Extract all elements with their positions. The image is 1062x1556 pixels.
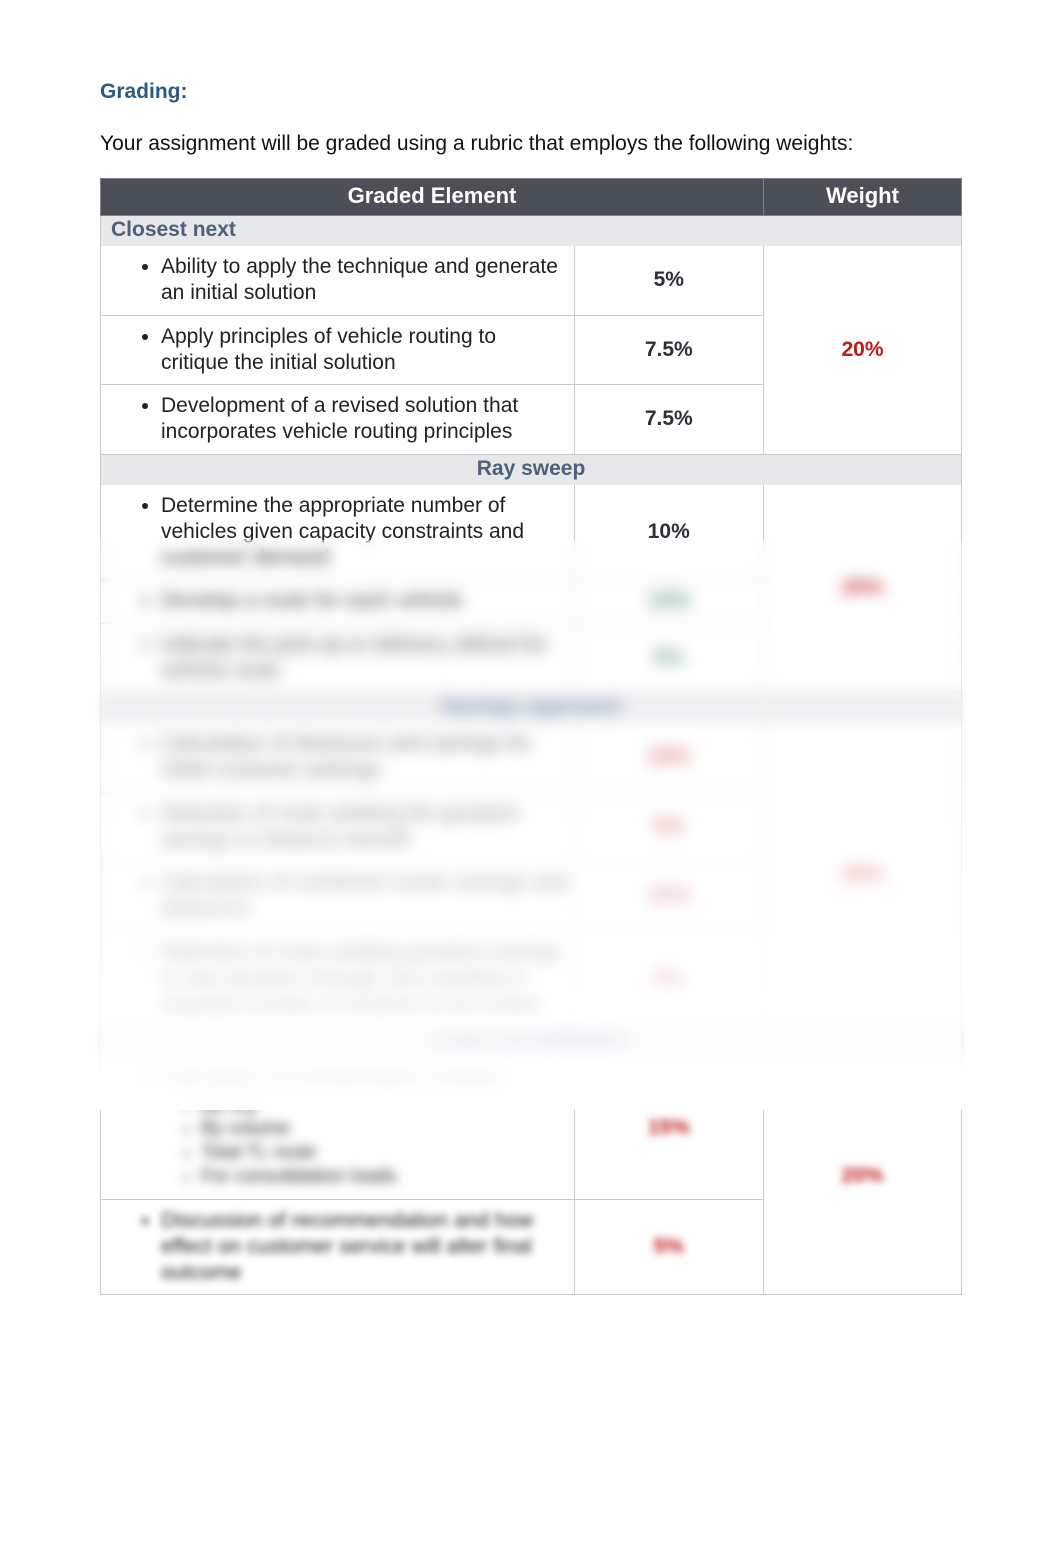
section-header: Closest next bbox=[101, 216, 962, 247]
rubric-item-weight: 10% bbox=[574, 723, 763, 792]
rubric-item-text: Indicate the pick-up or delivery utilize… bbox=[161, 628, 568, 689]
grading-rubric-table: Graded ElementWeightClosest nextAbility … bbox=[100, 178, 962, 1295]
rubric-item-cell: Develop a route for each vehicle bbox=[101, 580, 575, 623]
rubric-item-cell: Indicate the pick-up or delivery utilize… bbox=[101, 623, 575, 693]
col-header-weight: Weight bbox=[763, 179, 961, 216]
rubric-item-text: Selection of route yielding the greatest… bbox=[161, 797, 568, 858]
rubric-item-text: Calculation of combined routes savings a… bbox=[161, 866, 568, 927]
rubric-item-text: Determine the appropriate number of vehi… bbox=[161, 489, 568, 576]
rubric-item-text: Develop a route for each vehicle bbox=[161, 584, 568, 618]
grading-heading: Grading: bbox=[100, 80, 962, 104]
intro-text: Your assignment will be graded using a r… bbox=[100, 132, 962, 156]
rubric-item-cell: Determine the appropriate number of vehi… bbox=[101, 485, 575, 580]
rubric-item-cell: Calculation of transportation chargesBy … bbox=[101, 1057, 575, 1199]
rubric-item-cell: Apply principles of vehicle routing to c… bbox=[101, 315, 575, 385]
rubric-row: Calculation of distances and savings for… bbox=[101, 723, 962, 792]
rubric-item-weight: 15% bbox=[574, 1057, 763, 1199]
rubric-item-cell: Calculation of combined routes savings a… bbox=[101, 862, 575, 932]
rubric-subitem: Total TL route bbox=[201, 1141, 568, 1165]
rubric-item-weight: 5% bbox=[574, 246, 763, 315]
section-total-weight: 25% bbox=[763, 485, 961, 693]
rubric-subitem: By city bbox=[201, 1094, 568, 1118]
rubric-item-weight: 5% bbox=[574, 623, 763, 693]
rubric-row: Calculation of transportation chargesBy … bbox=[101, 1057, 962, 1199]
rubric-row: Determine the appropriate number of vehi… bbox=[101, 485, 962, 580]
section-header: Load consolidation bbox=[101, 1027, 962, 1058]
section-total-weight: 20% bbox=[763, 1057, 961, 1295]
rubric-item-weight: 10% bbox=[574, 862, 763, 932]
rubric-item-weight: 5% bbox=[574, 931, 763, 1027]
rubric-item-text: Calculation of distances and savings for… bbox=[161, 727, 568, 788]
rubric-item-weight: 10% bbox=[574, 580, 763, 623]
rubric-item-text: Calculation of transportation chargesBy … bbox=[161, 1061, 568, 1194]
table-header-row: Graded ElementWeight bbox=[101, 179, 962, 216]
rubric-item-text: Development of a revised solution that i… bbox=[161, 389, 568, 450]
section-total-weight: 20% bbox=[763, 246, 961, 454]
rubric-item-text: Apply principles of vehicle routing to c… bbox=[161, 320, 568, 381]
rubric-item-weight: 10% bbox=[574, 485, 763, 580]
section-total-weight: 30% bbox=[763, 723, 961, 1027]
rubric-item-text: Ability to apply the technique and gener… bbox=[161, 250, 568, 311]
rubric-item-text: Discussion of recommendation and how eff… bbox=[161, 1204, 568, 1291]
rubric-item-weight: 7.5% bbox=[574, 315, 763, 385]
rubric-subitem: For consolidation loads bbox=[201, 1165, 568, 1189]
rubric-item-cell: Selection of route yielding the greatest… bbox=[101, 792, 575, 862]
rubric-row: Ability to apply the technique and gener… bbox=[101, 246, 962, 315]
rubric-item-weight: 5% bbox=[574, 792, 763, 862]
rubric-item-cell: Ability to apply the technique and gener… bbox=[101, 246, 575, 315]
rubric-subitem: By volume bbox=[201, 1117, 568, 1141]
section-header: Savings approach bbox=[101, 693, 962, 724]
section-header: Ray sweep bbox=[101, 454, 962, 485]
col-header-element: Graded Element bbox=[101, 179, 764, 216]
rubric-item-cell: Development of a revised solution that i… bbox=[101, 385, 575, 455]
rubric-item-cell: Discussion of recommendation and how eff… bbox=[101, 1199, 575, 1295]
rubric-item-weight: 7.5% bbox=[574, 385, 763, 455]
rubric-item-cell: Selection of route yielding greatest sav… bbox=[101, 931, 575, 1027]
rubric-item-weight: 5% bbox=[574, 1199, 763, 1295]
rubric-item-cell: Calculation of distances and savings for… bbox=[101, 723, 575, 792]
rubric-item-text: Selection of route yielding greatest sav… bbox=[161, 936, 568, 1023]
